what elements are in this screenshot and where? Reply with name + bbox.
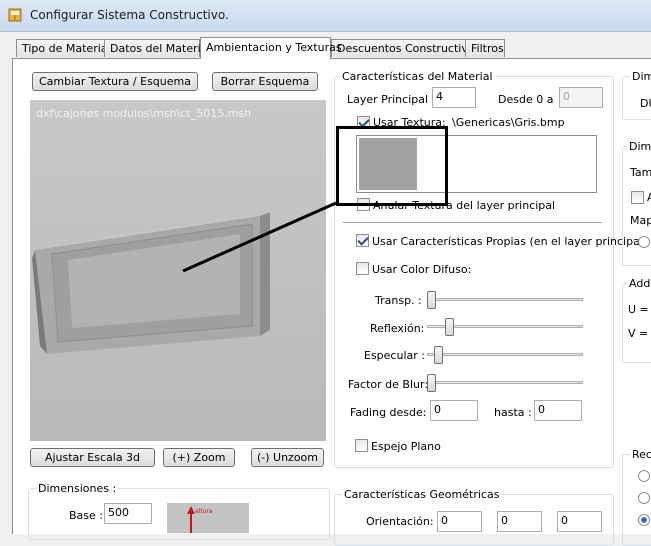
zoom-callout-line: [182, 201, 337, 273]
tab-ambientacion-texturas[interactable]: Ambientacion y Texturas: [200, 37, 342, 59]
